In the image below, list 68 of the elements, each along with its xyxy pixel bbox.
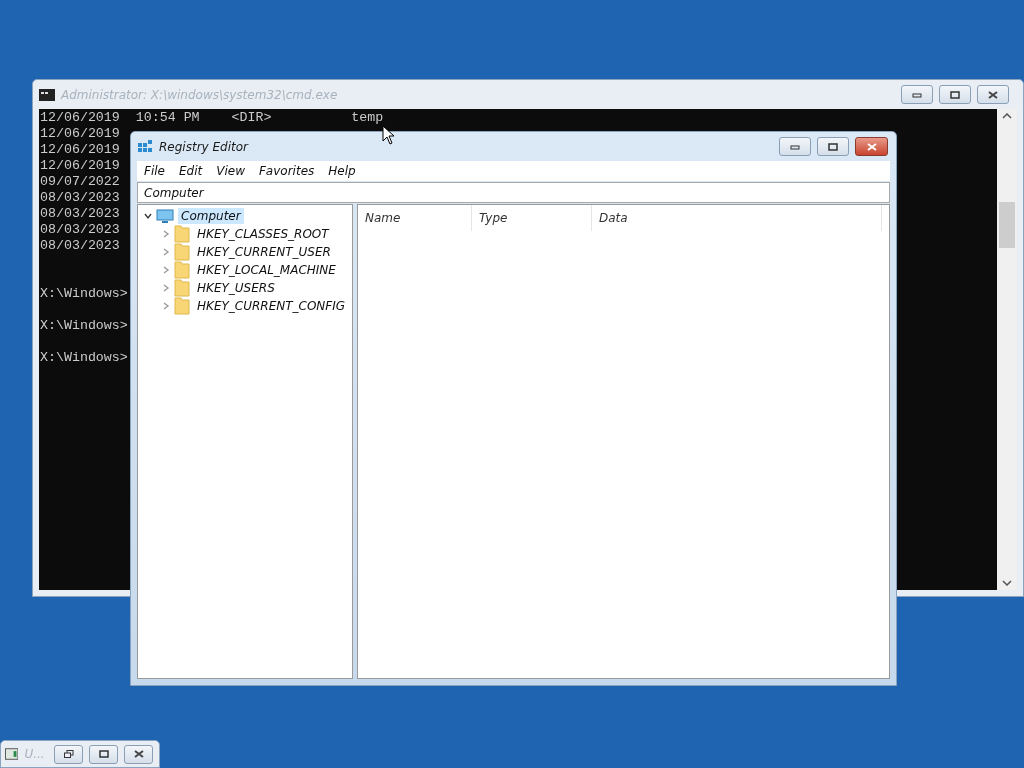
scrollbar[interactable] (997, 109, 1017, 590)
console-icon (39, 88, 55, 101)
command-prompt: X:\Windows> (40, 350, 128, 366)
console-line: 09/07/2022 (40, 174, 120, 190)
close-icon (133, 750, 144, 758)
folder-icon (174, 279, 190, 297)
tree-item[interactable]: HKEY_CURRENT_USER (194, 244, 334, 260)
console-line: 08/03/2023 (40, 190, 120, 206)
close-icon (866, 142, 877, 151)
close-button[interactable] (855, 137, 888, 156)
maximize-button[interactable] (939, 85, 971, 104)
menu-item[interactable]: Favorites (251, 164, 322, 178)
expand-chevron-icon[interactable] (162, 266, 170, 274)
maximize-button[interactable] (89, 744, 119, 764)
maximize-icon (828, 142, 838, 151)
close-button[interactable] (977, 85, 1009, 104)
collapse-chevron-icon[interactable] (144, 212, 152, 220)
folder-icon (174, 261, 190, 279)
command-prompt: X:\Windows> (40, 318, 128, 334)
close-button[interactable] (124, 744, 153, 764)
console-line: 08/03/2023 (40, 206, 120, 222)
menu-item[interactable]: File (137, 164, 172, 178)
scroll-up-icon[interactable] (1002, 113, 1012, 119)
tree-item[interactable]: HKEY_USERS (194, 280, 278, 296)
maximize-button[interactable] (817, 137, 849, 156)
menu-item[interactable]: Help (321, 164, 363, 178)
window-title: Registry Editor (159, 139, 250, 154)
expand-chevron-icon[interactable] (162, 248, 170, 256)
console-line: 12/06/2019 (40, 158, 120, 174)
folder-icon (174, 243, 190, 261)
console-line: 12/06/2019 (40, 142, 120, 158)
tree-item[interactable]: HKEY_LOCAL_MACHINE (194, 262, 339, 278)
tree-item[interactable]: HKEY_CURRENT_CONFIG (194, 298, 349, 314)
tree-item[interactable]: Computer (178, 208, 244, 224)
restore-icon (63, 750, 74, 758)
maximize-icon (98, 750, 109, 758)
minimize-icon (912, 90, 922, 99)
minimize-button[interactable] (901, 85, 933, 104)
expand-chevron-icon[interactable] (162, 284, 170, 292)
folder-icon (174, 297, 190, 315)
column-header[interactable]: Type (472, 205, 592, 231)
window-title: U... (24, 747, 46, 761)
column-header[interactable]: Data (592, 205, 882, 231)
command-prompt: X:\Windows> (40, 286, 128, 302)
expand-chevron-icon[interactable] (162, 302, 170, 310)
mouse-cursor-icon (382, 125, 395, 145)
console-line: 12/06/2019 10:54 PM <DIR> temp (40, 110, 384, 126)
console-line: 08/03/2023 (40, 238, 120, 254)
window-icon (5, 748, 19, 760)
computer-icon (156, 208, 174, 224)
scroll-thumb[interactable] (999, 201, 1015, 248)
menu-item[interactable]: View (209, 164, 252, 178)
close-icon (988, 90, 998, 99)
registry-icon (137, 138, 153, 155)
console-line: 08/03/2023 (40, 222, 120, 238)
expand-chevron-icon[interactable] (162, 230, 170, 238)
tree-item[interactable]: HKEY_CLASSES_ROOT (194, 226, 332, 242)
restore-button[interactable] (54, 744, 84, 764)
folder-icon (174, 225, 190, 243)
minimize-icon (790, 142, 800, 151)
window-title: Administrator: X:\windows\system32\cmd.exe (61, 87, 339, 102)
column-header[interactable]: Name (358, 205, 472, 231)
address-bar[interactable]: Computer (137, 182, 890, 203)
console-line: 12/06/2019 (40, 126, 120, 142)
scroll-down-icon[interactable] (1002, 580, 1012, 586)
maximize-icon (950, 90, 960, 99)
menu-item[interactable]: Edit (171, 164, 210, 178)
minimize-button[interactable] (779, 137, 811, 156)
